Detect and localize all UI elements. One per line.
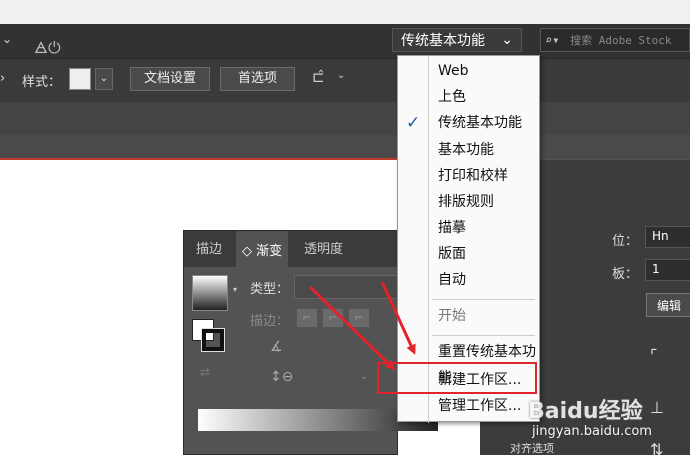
arrange-documents-icon[interactable]: ⊏̂ [312,68,325,86]
browser-top-strip [0,0,690,24]
gradient-panel: 描边 ◇ 渐变 透明度 ▾ 类型： 描边： ⌐ ⌐ ⌐ ∡ ↕⊖ ⇄ ⌄ [183,230,438,455]
reverse-gradient-icon[interactable]: ⇄ [200,365,210,379]
stroke-across-button[interactable]: ⌐ [348,308,370,328]
menu-separator [432,299,535,300]
menu-item-traditional-essentials[interactable]: ✓ 传统基本功能 [398,110,541,136]
position-label: 位： [612,234,639,249]
aspect-ratio-icon: ↕⊖ [270,369,294,385]
tab-stroke[interactable]: 描边 [196,238,222,257]
watermark-url: jingyan.baidu.com [532,424,652,439]
style-swatch[interactable] [69,68,91,90]
gradient-panel-tabs: 描边 ◇ 渐变 透明度 [184,231,399,267]
chevron-down-icon[interactable]: ⌄ [337,70,345,81]
chevron-down-icon[interactable]: ⌄ [2,32,16,46]
gradient-type-label: 类型： [250,282,290,297]
search-icon: ⌕▾ [545,33,560,47]
workspace-switcher[interactable]: 传统基本功能 ⌄ [392,28,522,52]
menu-item-essentials[interactable]: 基本功能 [398,137,541,163]
tab-gradient[interactable]: ◇ 渐变 [236,231,289,267]
menu-item-label: 传统基本功能 [438,115,522,131]
menu-item-automation[interactable]: 自动 [398,267,541,293]
edit-button[interactable]: 编辑 [646,293,690,317]
menu-item-tracing[interactable]: 描摹 [398,215,541,241]
gradient-type-select[interactable] [294,275,404,299]
ruler-strip [0,135,690,159]
document-settings-button[interactable]: 文档设置 [130,67,210,91]
position-field[interactable]: Hn [645,226,690,248]
stroke-within-button[interactable]: ⌐ [296,308,318,328]
stock-search-input[interactable]: ⌕▾ 搜索 Adobe Stock [540,28,690,52]
highlight-box [377,362,537,394]
artboard-label: 板： [612,267,639,282]
menu-item-painting[interactable]: 上色 [398,84,541,110]
menu-item-start[interactable]: 开始 [398,303,541,329]
workspace-switcher-label: 传统基本功能 [401,33,485,49]
menu-item-manage-workspace[interactable]: 管理工作区... [398,393,541,419]
menu-item-print-proofing[interactable]: 打印和校样 [398,163,541,189]
chevron-down-icon[interactable]: ▾ [233,285,237,294]
document-tab-bar [0,102,690,135]
preferences-button[interactable]: 首选项 [220,67,295,91]
style-dropdown[interactable]: ⌄ [95,68,113,90]
align-option-icon[interactable]: ⇅ [650,440,663,455]
gradient-preview-swatch[interactable] [192,275,228,311]
chevron-down-icon[interactable]: ⌄ [360,371,368,382]
gpu-performance-icon[interactable]: 🜁⏻ [34,30,61,63]
tab-gradient-label: 渐变 [256,244,283,259]
tab-transparency[interactable]: 透明度 [304,238,343,257]
menu-item-layout[interactable]: 版面 [398,241,541,267]
chevron-down-icon: ⌄ [501,32,513,48]
stroke-swatch[interactable] [201,328,225,352]
angle-icon: ∡ [270,339,283,355]
watermark-logo: Baidu经验 [528,399,643,424]
align-options-label: 对齐选项 [510,442,554,455]
artboard-field[interactable]: 1 [645,259,690,281]
checkmark-icon: ✓ [406,113,421,133]
align-top-icon[interactable]: ⌜ [650,346,658,365]
stroke-along-button[interactable]: ⌐ [322,308,344,328]
stock-search-placeholder: 搜索 Adobe Stock [570,34,672,47]
chevron-right-icon[interactable]: › [0,71,5,86]
menu-separator [432,335,535,336]
fill-stroke-indicator[interactable] [192,319,226,353]
gradient-stroke-label: 描边： [250,314,290,329]
menu-item-web[interactable]: Web [398,58,541,84]
menu-item-typography[interactable]: 排版规则 [398,189,541,215]
style-label: 样式： [22,75,62,90]
